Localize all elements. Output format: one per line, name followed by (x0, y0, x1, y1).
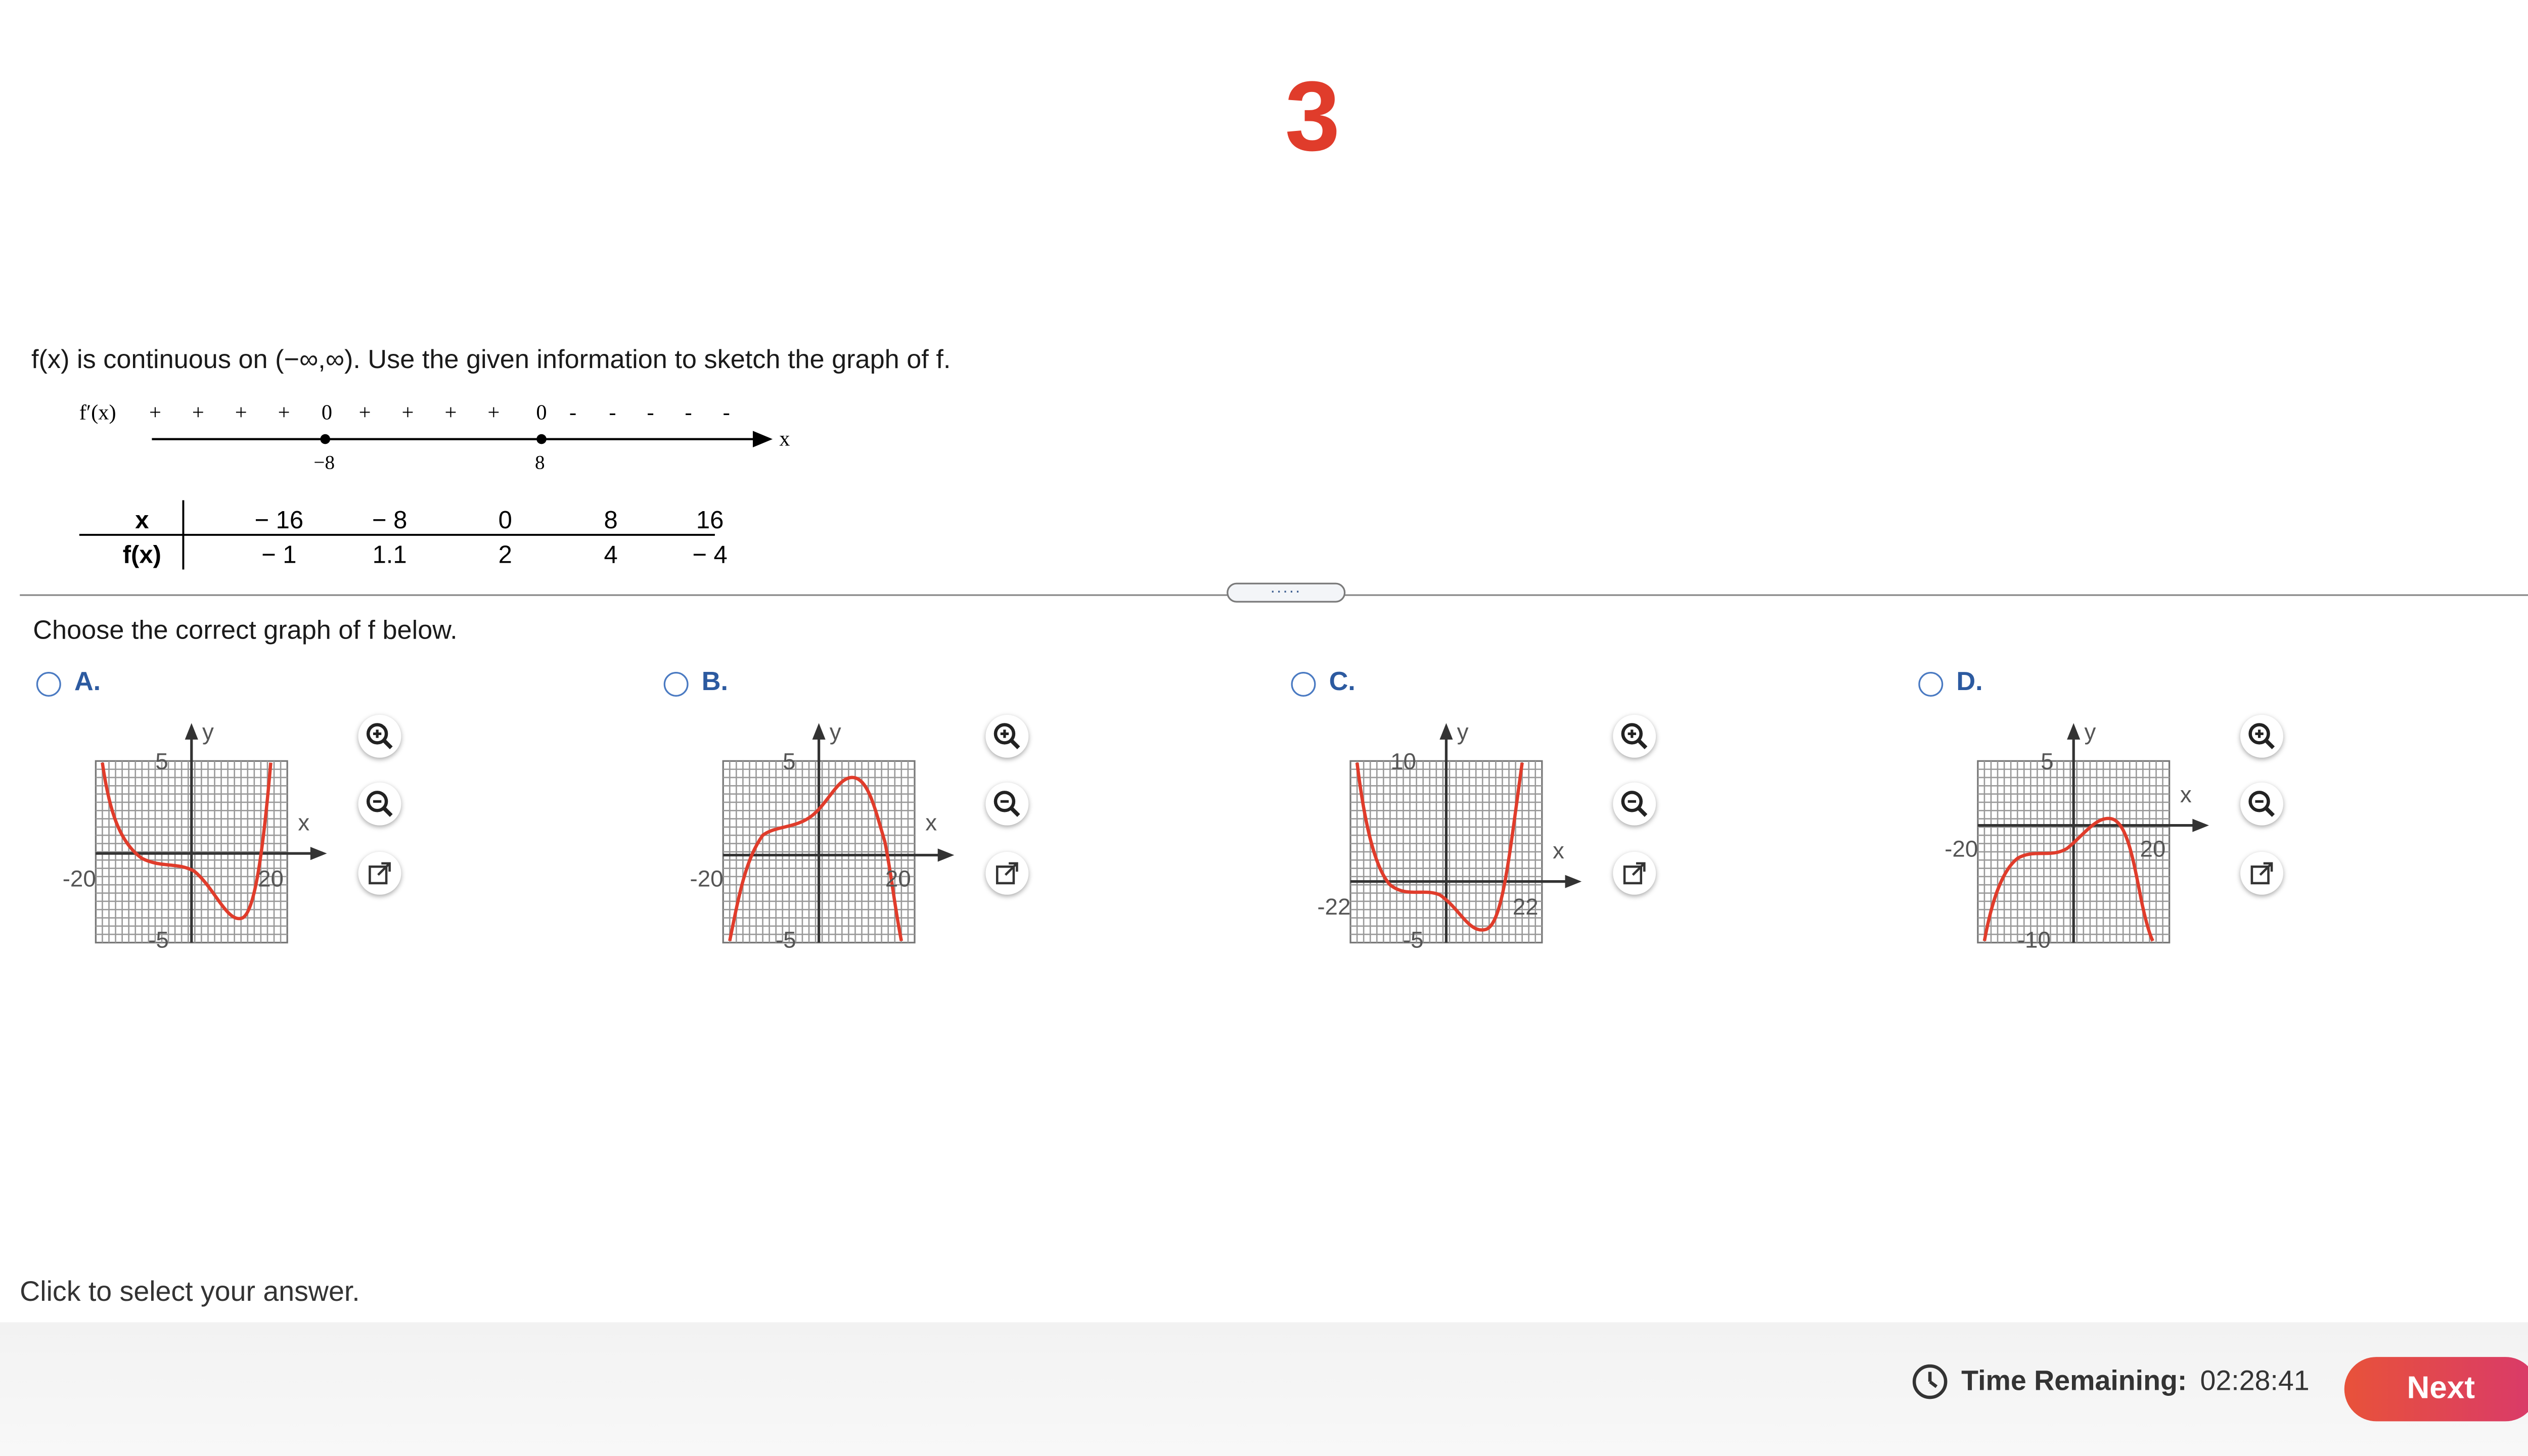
sign-symbol: 0 (322, 400, 332, 424)
next-button[interactable]: Next (2344, 1357, 2528, 1422)
function-curve (101, 762, 273, 921)
function-curve (1982, 816, 2154, 942)
y-tick-label: -10 (2017, 927, 2051, 952)
open-external-icon[interactable] (985, 851, 1029, 895)
sign-symbol: + (192, 400, 204, 424)
y-tick-label: -5 (1403, 927, 1424, 952)
zoom-out-icon[interactable] (358, 782, 401, 826)
y-tick-label: 5 (783, 749, 795, 775)
time-remaining: Time Remaining: 02:28:41 (1912, 1363, 2310, 1400)
x-tick-label: -20 (1945, 836, 1978, 862)
table-cell-x: 0 (499, 507, 512, 534)
function-curve (1355, 762, 1524, 932)
sign-chart-label: f′(x) (79, 400, 116, 424)
sign-symbol: 0 (536, 400, 547, 424)
timer-value: 02:28:41 (2200, 1365, 2310, 1397)
option-label[interactable]: D. (1956, 668, 1982, 698)
sign-symbol: + (402, 400, 414, 424)
table-cell-x: 8 (604, 507, 618, 534)
sign-symbol: + (278, 400, 290, 424)
question-prompt: f(x) is continuous on (−∞,∞). Use the gi… (31, 346, 951, 375)
open-external-icon[interactable] (1613, 851, 1656, 895)
open-external-icon[interactable] (2240, 851, 2283, 895)
x-axis-label: x (1553, 838, 1564, 863)
zoom-in-icon[interactable] (1613, 714, 1656, 758)
table-cell-fx: − 1 (261, 541, 296, 568)
table-header-x: x (135, 507, 149, 534)
x-tick-label: 20 (885, 866, 911, 891)
sign-symbol: + (359, 400, 371, 424)
x-tick-label: -20 (690, 866, 724, 891)
table-cell-x: − 8 (372, 507, 407, 534)
footer-note: Click to select your answer. (20, 1276, 360, 1308)
open-external-icon[interactable] (358, 851, 401, 895)
y-axis-label: y (1457, 719, 1469, 745)
table-cell-fx: 2 (499, 541, 512, 568)
zoom-out-icon[interactable] (2240, 782, 2283, 826)
y-tick-label: 5 (155, 749, 168, 775)
table-cell-fx: − 4 (692, 541, 727, 568)
critical-point-dot (536, 434, 547, 444)
sign-symbol: - (647, 400, 654, 424)
table-cell-fx: 1.1 (373, 541, 407, 568)
zoom-in-icon[interactable] (358, 714, 401, 758)
zoom-out-icon[interactable] (1613, 782, 1656, 826)
sign-chart-x-label: x (779, 427, 790, 451)
sign-symbol: + (149, 400, 161, 424)
x-tick-label: 20 (258, 866, 284, 891)
critical-point-dot (320, 434, 331, 444)
critical-point-label: 8 (535, 451, 545, 473)
table-header-fx: f(x) (123, 541, 161, 568)
sign-symbol: + (487, 400, 500, 424)
clock-icon (1912, 1364, 1948, 1399)
value-table: x f(x) − 16 − 8 0 8 16 − 1 1.1 2 4 − 4 (79, 500, 740, 579)
table-cell-x: − 16 (254, 507, 303, 534)
option-radio-c[interactable] (1291, 671, 1316, 697)
function-curve (728, 776, 904, 941)
option-radio-b[interactable] (663, 671, 689, 697)
x-axis-label: x (925, 809, 937, 835)
option-label[interactable]: A. (74, 668, 101, 698)
table-cell-fx: 4 (604, 541, 618, 568)
y-tick-label: 5 (2041, 749, 2053, 775)
zoom-in-icon[interactable] (985, 714, 1029, 758)
zoom-out-icon[interactable] (985, 782, 1029, 826)
x-axis-label: x (298, 809, 309, 835)
derivative-sign-chart: f′(x) + + + +0 + + + +0- - - - - x −8 8 (79, 400, 790, 473)
sign-symbol: - (723, 400, 730, 424)
y-axis-label: y (830, 719, 841, 745)
sign-symbol: - (609, 400, 616, 424)
critical-point-label: −8 (313, 451, 335, 473)
option-label[interactable]: C. (1329, 668, 1356, 698)
pane-resize-handle[interactable]: ..... (1227, 580, 1346, 603)
question-number: 3 (1285, 61, 1340, 172)
x-axis-label: x (2180, 782, 2192, 807)
option-radio-a[interactable] (36, 671, 61, 697)
option-label[interactable]: B. (702, 668, 728, 698)
y-tick-label: -5 (776, 927, 796, 952)
option-radio-d[interactable] (1918, 671, 1944, 697)
x-tick-label: 20 (2140, 836, 2166, 862)
x-tick-label: -20 (63, 866, 96, 891)
sign-symbol: + (235, 400, 247, 424)
y-tick-label: -5 (148, 927, 169, 952)
y-axis-label: y (2084, 719, 2096, 745)
y-axis-label: y (202, 719, 214, 745)
x-tick-label: -22 (1317, 894, 1350, 920)
choose-instruction: Choose the correct graph of f below. (33, 617, 458, 646)
sign-symbol: - (569, 400, 576, 424)
zoom-in-icon[interactable] (2240, 714, 2283, 758)
y-tick-label: 10 (1390, 749, 1416, 775)
x-tick-label: 22 (1513, 894, 1539, 920)
table-cell-x: 16 (696, 507, 724, 534)
sign-symbol: - (685, 400, 692, 424)
sign-symbol: + (444, 400, 457, 424)
timer-label: Time Remaining: (1961, 1365, 2187, 1397)
